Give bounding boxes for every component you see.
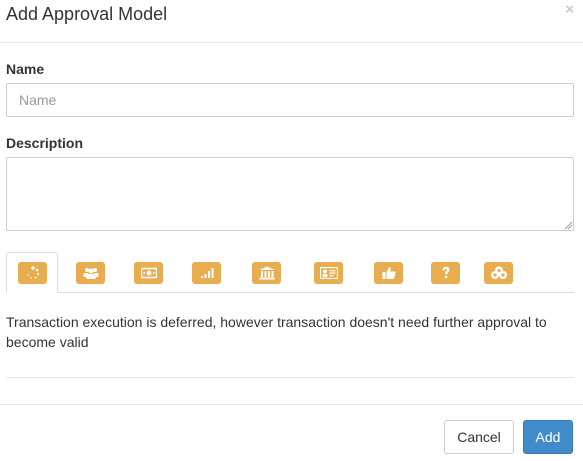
description-textarea[interactable] xyxy=(6,157,574,231)
tab-users[interactable] xyxy=(76,262,105,284)
users-icon xyxy=(83,268,98,279)
tab-bank[interactable] xyxy=(252,262,281,284)
question-icon xyxy=(442,266,449,279)
add-button[interactable]: Add xyxy=(523,420,573,454)
description-label: Description xyxy=(6,135,84,151)
cancel-button[interactable]: Cancel xyxy=(444,420,514,454)
tab-coins[interactable] xyxy=(484,262,513,284)
signal-icon xyxy=(200,268,213,278)
name-input[interactable] xyxy=(6,83,574,117)
tab-thumbs-up[interactable] xyxy=(374,262,403,284)
close-icon[interactable]: × xyxy=(565,2,574,18)
thumbs-up-icon xyxy=(382,267,396,279)
tab-description-text: Transaction execution is deferred, howev… xyxy=(6,314,547,350)
tabs-divider xyxy=(6,292,574,293)
name-label: Name xyxy=(6,61,45,77)
coins-icon xyxy=(490,266,507,279)
tab-question[interactable] xyxy=(431,262,460,284)
tab-spinner[interactable] xyxy=(18,262,47,284)
content-divider xyxy=(6,377,574,378)
resize-handle-icon[interactable] xyxy=(563,220,573,230)
tab-signal[interactable] xyxy=(192,262,221,284)
tab-money[interactable] xyxy=(134,262,163,284)
modal-header: Add Approval Model × xyxy=(0,0,583,43)
modal-title: Add Approval Model xyxy=(6,4,168,24)
tab-id-card[interactable] xyxy=(314,262,343,284)
money-icon xyxy=(140,267,157,279)
id-card-icon xyxy=(319,267,338,279)
bank-icon xyxy=(259,266,274,280)
spinner-icon xyxy=(26,266,39,279)
footer-divider xyxy=(0,404,583,405)
